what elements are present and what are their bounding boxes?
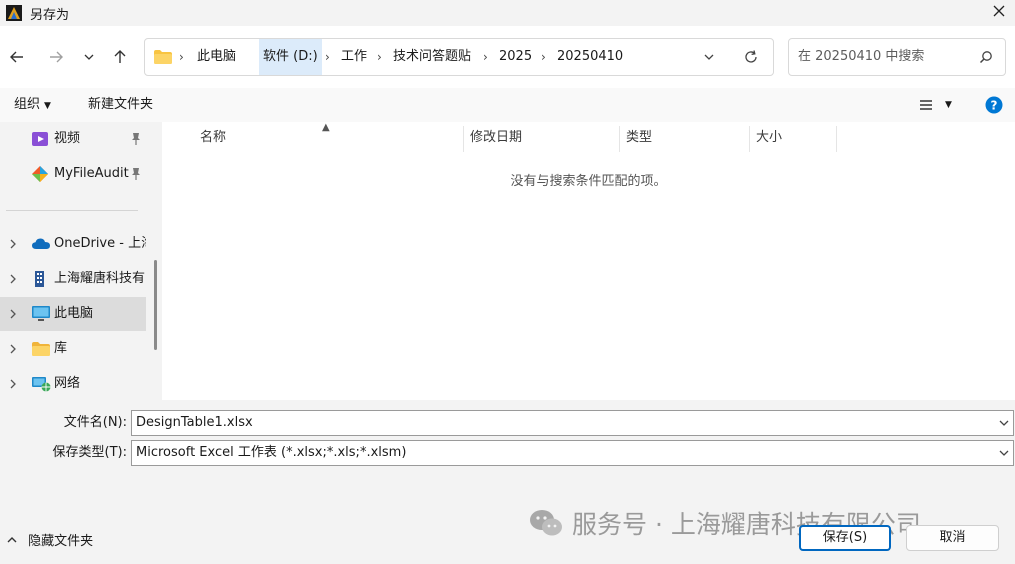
- nav-item-myfileaudit[interactable]: MyFileAudit: [0, 157, 146, 191]
- nav-item-libraries[interactable]: 库: [0, 332, 146, 366]
- computer-icon: [32, 306, 50, 321]
- navigation-bar: › 此电脑 软件 (D:) › 工作 › 技术问答题贴 › 2025 › 202…: [0, 26, 1015, 88]
- filetype-value: Microsoft Excel 工作表 (*.xlsx;*.xls;*.xlsm…: [136, 445, 407, 460]
- cloud-icon: [32, 238, 50, 249]
- folder-icon: [32, 342, 50, 356]
- chevron-up-icon: [7, 537, 17, 543]
- nav-label: MyFileAudit: [54, 166, 129, 181]
- nav-item-company[interactable]: 上海耀唐科技有: [0, 262, 146, 296]
- caret-down-icon: ▼: [44, 101, 51, 111]
- wechat-icon: [530, 510, 562, 536]
- column-header-name[interactable]: 名称: [200, 122, 226, 154]
- address-bar[interactable]: › 此电脑 软件 (D:) › 工作 › 技术问答题贴 › 2025 › 202…: [144, 38, 774, 76]
- breadcrumb-qa-posts[interactable]: 技术问答题贴: [393, 39, 471, 75]
- chevron-right-icon[interactable]: [8, 378, 18, 390]
- filename-value: DesignTable1.xlsx: [136, 415, 253, 430]
- column-header-modified[interactable]: 修改日期: [470, 122, 522, 154]
- filename-label: 文件名(N):: [63, 415, 127, 430]
- back-button[interactable]: [4, 44, 30, 70]
- nav-scrollbar[interactable]: [154, 260, 157, 350]
- pin-icon[interactable]: [130, 132, 142, 146]
- nav-item-onedrive[interactable]: OneDrive - 上海: [0, 227, 146, 261]
- nav-label: OneDrive - 上海: [54, 236, 146, 251]
- chevron-down-icon[interactable]: [998, 448, 1010, 458]
- nav-label: 网络: [54, 376, 81, 391]
- nav-item-this-pc[interactable]: 此电脑: [0, 297, 146, 331]
- nav-divider: [6, 210, 138, 211]
- save-button[interactable]: 保存(S): [799, 525, 891, 551]
- nav-label: 此电脑: [54, 306, 94, 321]
- pin-icon[interactable]: [130, 167, 142, 181]
- navigation-pane: 视频 MyFileAudit OneDrive - 上海 上海耀唐科技有 此电脑…: [0, 122, 162, 400]
- forward-button[interactable]: [43, 44, 69, 70]
- column-header-size[interactable]: 大小: [756, 122, 782, 154]
- breadcrumb-drive-d[interactable]: 软件 (D:): [259, 39, 322, 75]
- window-title: 另存为: [30, 7, 70, 23]
- column-divider[interactable]: [619, 126, 620, 152]
- caret-down-icon[interactable]: ▼: [945, 88, 952, 122]
- breadcrumb-20250410[interactable]: 20250410: [557, 39, 623, 75]
- app-icon: [6, 5, 22, 21]
- chevron-down-icon: [84, 54, 94, 60]
- chevron-right-icon[interactable]: [8, 343, 18, 355]
- chevron-right-icon[interactable]: [8, 238, 18, 250]
- hide-folders-label: 隐藏文件夹: [28, 534, 94, 549]
- close-icon: [993, 5, 1005, 17]
- organize-label: 组织: [14, 97, 41, 112]
- breadcrumb-this-pc[interactable]: 此电脑: [197, 39, 236, 75]
- nav-item-videos[interactable]: 视频: [0, 122, 146, 156]
- breadcrumb-2025[interactable]: 2025: [499, 39, 532, 75]
- column-divider[interactable]: [836, 126, 837, 152]
- arrow-right-icon: [50, 51, 63, 63]
- hide-folders-toggle[interactable]: 隐藏文件夹: [6, 533, 93, 551]
- chevron-right-icon[interactable]: [8, 273, 18, 285]
- chevron-right-icon[interactable]: [8, 308, 18, 320]
- refresh-icon[interactable]: [743, 49, 759, 65]
- app-icon: [32, 166, 48, 182]
- title-bar: 另存为: [0, 0, 1015, 26]
- filetype-label: 保存类型(T):: [52, 445, 127, 460]
- search-placeholder: 在 20250410 中搜索: [798, 49, 925, 64]
- cancel-button[interactable]: 取消: [906, 525, 999, 551]
- column-header-type[interactable]: 类型: [626, 122, 652, 154]
- nav-label: 上海耀唐科技有: [54, 271, 146, 286]
- arrow-up-icon: [114, 50, 126, 63]
- view-options-icon[interactable]: [919, 98, 933, 112]
- chevron-down-icon[interactable]: [998, 418, 1010, 428]
- sort-ascending-icon: ▲: [322, 122, 330, 133]
- close-button[interactable]: [987, 0, 1011, 22]
- save-options-panel: 文件名(N): DesignTable1.xlsx 保存类型(T): Micro…: [0, 400, 1015, 564]
- organize-menu[interactable]: 组织 ▼: [14, 88, 51, 123]
- search-icon[interactable]: [979, 50, 993, 64]
- command-bar: 组织 ▼ 新建文件夹 ▼ ?: [0, 88, 1015, 122]
- svg-text:?: ?: [991, 99, 998, 113]
- filetype-select[interactable]: Microsoft Excel 工作表 (*.xlsx;*.xls;*.xlsm…: [131, 440, 1014, 466]
- recent-locations-button[interactable]: [76, 44, 102, 70]
- column-divider[interactable]: [463, 126, 464, 152]
- nav-item-network[interactable]: 网络: [0, 367, 146, 401]
- breadcrumb-work[interactable]: 工作: [341, 39, 367, 75]
- filename-input[interactable]: DesignTable1.xlsx: [131, 410, 1014, 436]
- building-icon: [35, 271, 44, 287]
- new-folder-button[interactable]: 新建文件夹: [88, 88, 153, 122]
- network-icon: [32, 377, 51, 392]
- file-list-pane: ▲ 名称 修改日期 类型 大小 没有与搜索条件匹配的项。: [162, 122, 1015, 400]
- help-icon[interactable]: ?: [985, 96, 1003, 114]
- nav-label: 视频: [54, 131, 81, 146]
- arrow-left-icon: [10, 51, 23, 63]
- column-divider[interactable]: [749, 126, 750, 152]
- empty-message: 没有与搜索条件匹配的项。: [510, 174, 667, 189]
- search-box[interactable]: 在 20250410 中搜索: [788, 38, 1006, 76]
- chevron-down-icon[interactable]: [703, 51, 715, 63]
- up-button[interactable]: [107, 44, 133, 70]
- video-icon: [32, 132, 48, 146]
- folder-icon: [154, 50, 172, 64]
- nav-label: 库: [54, 341, 68, 356]
